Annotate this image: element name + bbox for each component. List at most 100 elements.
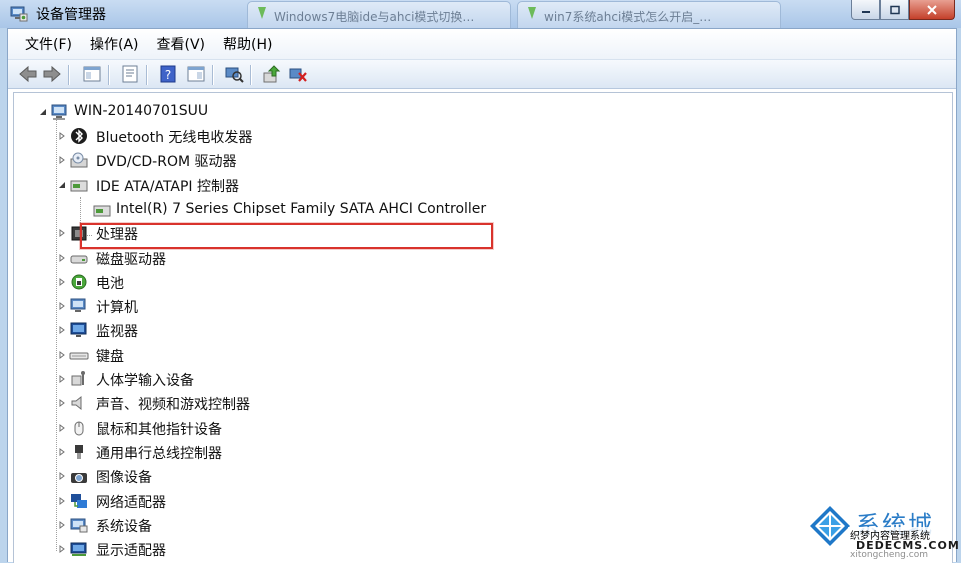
tree-category-bluetooth[interactable]: Bluetooth 无线电收发器 [54,125,534,147]
dvd-drive-icon [70,152,88,168]
help-button[interactable]: ? [156,63,180,85]
expand-arrow-icon[interactable] [58,447,66,456]
properties-button[interactable] [118,63,142,85]
expand-arrow-icon[interactable] [58,350,66,359]
device-tree[interactable]: WIN-20140701SUU Bluetooth 无线电收发器 DVD/CD-R… [13,92,953,563]
tree-category-keyboard[interactable]: 键盘 [54,344,534,366]
uninstall-button[interactable] [286,63,310,85]
menu-action[interactable]: 操作(A) [81,30,148,58]
menu-view[interactable]: 查看(V) [148,30,215,58]
tree-category-disk-drive[interactable]: 磁盘驱动器 [54,247,534,269]
tab-favicon-icon [528,7,536,19]
uninstall-icon [289,68,307,82]
mouse-icon [74,421,84,436]
tree-category-hid[interactable]: 人体学输入设备 [54,368,534,390]
tree-category-label: IDE ATA/ATAPI 控制器 [96,178,240,195]
device-manager-icon [10,6,28,22]
tree-category-label: 计算机 [96,300,138,317]
computer-icon [70,298,86,313]
tree-category-system-device[interactable]: 系统设备 [54,514,534,536]
tree-category-label: 监视器 [96,324,138,341]
tree-category-sound[interactable]: 声音、视频和游戏控制器 [54,392,534,414]
forward-button[interactable] [40,63,64,85]
system-device-icon [70,518,88,533]
tree-category-label: Bluetooth 无线电收发器 [96,130,253,146]
expand-arrow-icon[interactable] [58,545,66,554]
minimize-button[interactable] [851,0,880,20]
tree-category-label: 鼠标和其他指针设备 [96,421,222,438]
action-pane-button[interactable] [184,63,208,85]
show-hide-console-tree-button[interactable] [80,63,104,85]
tree-category-network-adapter[interactable]: 网络适配器 [54,490,534,512]
expand-arrow-icon[interactable] [58,253,66,262]
disk-drive-icon [70,255,88,263]
tree-root[interactable]: WIN-20140701SUU [36,101,336,123]
menu-file[interactable]: 文件(F) [16,30,81,58]
collapse-arrow-icon[interactable] [58,181,66,189]
title-bar[interactable]: 设备管理器 Windows7电脑ide与ahci模式切换… win7系统ahci… [0,0,961,29]
battery-icon [71,274,87,290]
keyboard-icon [69,352,89,360]
expand-arrow-icon[interactable] [58,326,66,335]
expand-arrow-icon[interactable] [58,423,66,432]
expand-arrow-icon[interactable] [58,156,66,165]
svg-text:?: ? [165,68,171,82]
help-icon: ? [160,65,176,83]
tree-category-label: 通用串行总线控制器 [96,445,222,462]
tree-category-computer[interactable]: 计算机 [54,295,534,317]
window-controls [851,0,955,20]
tree-category-label: 图像设备 [96,470,152,487]
background-tab-1[interactable]: Windows7电脑ide与ahci模式切换… [247,1,511,29]
expand-arrow-icon[interactable] [58,375,66,383]
close-icon [927,4,937,15]
expand-arrow-icon[interactable] [58,399,66,408]
window-title: 设备管理器 [36,7,106,23]
show-hide-console-tree-icon [83,66,101,82]
bluetooth-icon [71,128,87,144]
selected-item-highlight [80,223,493,249]
back-icon [19,65,37,83]
expand-arrow-icon[interactable] [58,472,66,481]
tree-category-monitor[interactable]: 监视器 [54,319,534,341]
tree-category-dvd-drive[interactable]: DVD/CD-ROM 驱动器 [54,149,534,171]
maximize-button[interactable] [880,0,909,20]
display-adapter-icon [70,542,87,557]
back-button[interactable] [16,63,40,85]
tree-category-label: 声音、视频和游戏控制器 [96,397,250,414]
device-manager-window: 文件(F) 操作(A) 查看(V) 帮助(H) ? WIN-20140701SU… [7,28,957,563]
tree-category-label: 人体学输入设备 [96,373,194,389]
minimize-icon [861,10,870,13]
tree-category-label: 显示适配器 [96,543,166,560]
action-pane-icon [187,66,205,82]
update-driver-icon [263,65,281,83]
tree-category-battery[interactable]: 电池 [54,271,534,293]
menu-help[interactable]: 帮助(H) [214,30,281,58]
tree-category-display-adapter[interactable]: 显示适配器 [54,538,534,560]
watermark-pinyin: xitongcheng.com [850,550,928,560]
tree-category-usb[interactable]: 通用串行总线控制器 [54,441,534,463]
expand-arrow-icon[interactable] [58,132,66,140]
expand-arrow-icon[interactable] [58,229,66,238]
expand-arrow-icon[interactable] [58,302,66,311]
tree-category-mouse[interactable]: 鼠标和其他指针设备 [54,417,534,439]
expand-arrow-icon[interactable] [58,520,66,529]
tree-category-label: DVD/CD-ROM 驱动器 [96,154,237,171]
close-button[interactable] [909,0,955,20]
background-tab-2[interactable]: win7系统ahci模式怎么开启_… [517,1,781,29]
tree-device-sata-ahci-controller[interactable]: Intel(R) 7 Series Chipset Family SATA AH… [92,199,492,221]
expand-arrow-icon[interactable] [58,496,66,505]
background-tab-1-label: Windows7电脑ide与ahci模式切换… [274,10,475,24]
tree-category-ide-controller[interactable]: IDE ATA/ATAPI 控制器 [54,174,534,196]
computer-icon [51,104,67,120]
tab-favicon-icon [258,7,266,19]
ide-controller-icon [70,180,88,192]
expand-arrow-icon[interactable] [58,277,66,286]
tree-category-camera[interactable]: 图像设备 [54,465,534,487]
monitor-icon [70,322,87,338]
tree-root-label: WIN-20140701SUU [74,103,209,119]
maximize-icon [889,5,900,14]
update-driver-button[interactable] [260,63,284,85]
hid-icon [71,371,85,386]
scan-hardware-button[interactable] [222,63,246,85]
tree-category-label: 电池 [96,275,124,292]
